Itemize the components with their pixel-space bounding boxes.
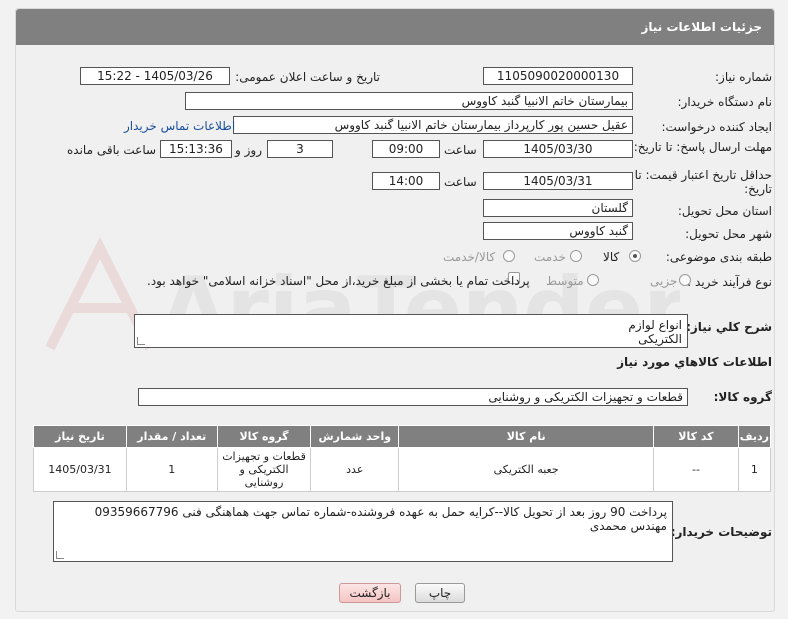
col-goods-code: کد کالا [653,425,739,448]
announce-field: 1405/03/26 - 15:22 [80,67,230,85]
panel-header: جزئیات اطلاعات نیاز [16,9,774,45]
days-remaining-field: 3 [267,140,333,158]
remaining-time-label: ساعت باقی مانده [67,143,157,157]
description-label: شرح کلي نياز: [686,320,772,334]
need-number-field: 1105090020000130 [483,67,633,85]
goods-group-field: قطعات و تجهیزات الکتریکی و روشنایی [138,388,688,406]
print-button[interactable]: چاپ [415,583,465,603]
deadline-time-field: 09:00 [372,140,440,158]
resize-grip-icon[interactable] [137,337,145,345]
city-field: گنبد کاووس [483,222,633,240]
col-need-date: تاریخ نیاز [33,425,127,448]
purchase-minor-radio[interactable] [679,274,691,286]
col-quantity: تعداد / مقدار [125,425,218,448]
cell-quantity: 1 [125,447,218,492]
deadline-time-label: ساعت [444,143,477,157]
buyer-notes-label: توضیحات خریدار: [670,525,772,539]
category-label: طبقه بندی موضوعی: [665,250,772,264]
buyer-contact-link[interactable]: اطلاعات تماس خریدار [124,119,235,133]
purchase-medium-radio[interactable] [587,274,599,286]
cell-need-date: 1405/03/31 [33,447,127,492]
buyer-org-label: نام دستگاه خریدار: [677,95,773,109]
buyer-notes-text: پرداخت 90 روز بعد از تحویل کالا--کرایه ح… [94,505,667,533]
requester-field: عقیل حسین پور کارپرداز بیمارستان خاتم ال… [233,116,633,134]
purchase-medium-label: متوسط [546,274,584,288]
city-label: شهر محل تحویل: [685,227,772,241]
price-validity-time-label: ساعت [444,175,477,189]
announce-label: تاریخ و ساعت اعلان عمومی: [235,70,380,84]
category-goods-radio[interactable] [629,250,641,262]
province-label: استان محل تحویل: [677,204,772,218]
resize-grip-icon[interactable] [56,551,64,559]
col-goods-name: نام کالا [398,425,655,448]
province-field: گلستان [483,199,633,217]
col-goods-group: گروه کالا [216,425,312,448]
cell-goods-code: -- [653,447,739,492]
cell-goods-group: قطعات و تجهیزات الکتریکی و روشنایی [216,447,312,492]
col-row-number: ردیف [737,425,772,448]
category-service-radio[interactable] [570,250,582,262]
category-service-label: خدمت [534,250,566,264]
buyer-org-field: بیمارستان خاتم الانبیا گنبد کاووس [185,92,633,110]
back-button[interactable]: بازگشت [339,583,401,603]
category-goods-service-radio[interactable] [503,250,515,262]
treasury-payment-note: پرداخت تمام یا بخشی از مبلغ خرید،از محل … [147,274,530,288]
goods-group-label: گروه کالا: [713,390,772,404]
remaining-time-field: 15:13:36 [160,140,232,158]
table-row: 1 -- جعبه الکتریکی عدد قطعات و تجهیزات ا… [33,447,772,492]
cell-row-number: 1 [737,447,772,492]
description-textarea: انواع لوازم الکتریکی طبق لیست پیوست [134,314,688,348]
col-unit: واحد شمارش [310,425,400,448]
table-header-row: ردیف کد کالا نام کالا واحد شمارش گروه کا… [33,425,772,448]
price-validity-time-field: 14:00 [372,172,440,190]
category-goods-service-label: کالا/خدمت [443,250,496,264]
items-table: ردیف کد کالا نام کالا واحد شمارش گروه کا… [33,425,772,492]
category-goods-label: کالا [603,250,620,264]
deadline-date-field: 1405/03/30 [483,140,633,158]
cell-goods-name: جعبه الکتریکی [398,447,655,492]
buyer-notes-textarea: پرداخت 90 روز بعد از تحویل کالا--کرایه ح… [53,501,673,562]
description-text: انواع لوازم الکتریکی طبق لیست پیوست [625,318,682,347]
deadline-label: مهلت ارسال پاسخ: تا تاریخ: [633,140,772,154]
days-and-label: روز و [235,143,262,157]
requester-label: ایجاد کننده درخواست: [661,120,772,134]
purchase-minor-label: جزیی [650,274,678,288]
goods-section-title: اطلاعات کالاهاي مورد نياز [617,355,772,369]
price-validity-label: حداقل تاریخ اعتبار قیمت: تا تاریخ: [634,168,772,196]
cell-unit: عدد [310,447,400,492]
purchase-type-label: نوع فرآیند خرید : [687,275,772,289]
need-number-label: شماره نیاز: [715,70,772,84]
price-validity-date-field: 1405/03/31 [483,172,633,190]
